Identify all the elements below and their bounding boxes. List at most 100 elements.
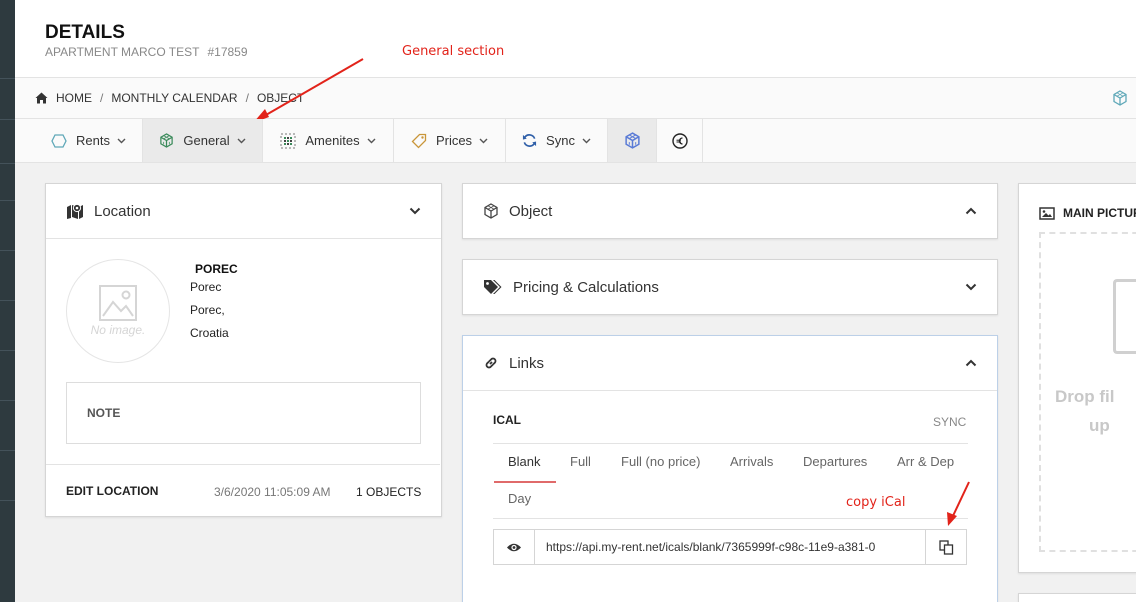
- card-divider: [463, 390, 997, 391]
- location-title: Location: [94, 202, 151, 220]
- location-card: Location No image. POREC Porec Porec, Cr…: [45, 183, 442, 517]
- chevron-up-icon[interactable]: [965, 207, 977, 215]
- tab-rents[interactable]: Rents: [35, 119, 143, 162]
- location-card-header[interactable]: Location: [46, 184, 441, 238]
- main-picture-title: MAIN PICTUR: [1063, 206, 1136, 220]
- breadcrumb: HOME / MONTHLY CALENDAR / OBJECT: [15, 78, 1136, 119]
- tags-icon: [483, 279, 503, 295]
- tabs-divider: [493, 518, 968, 519]
- page-subtitle: APARTMENT MARCO TEST #17859: [45, 45, 248, 59]
- links-card: Links ICAL SYNC Blank Full Full (no pric…: [462, 335, 998, 602]
- chevron-down-icon: [479, 138, 488, 144]
- image-icon: [1039, 206, 1055, 220]
- object-name: APARTMENT MARCO TEST: [45, 45, 200, 59]
- cube-icon[interactable]: [1112, 90, 1128, 109]
- tab-label: Amenites: [305, 133, 360, 148]
- object-card: Object: [462, 183, 998, 239]
- tab-euro[interactable]: [657, 119, 703, 162]
- location-country: Croatia: [190, 326, 229, 340]
- location-footer: EDIT LOCATION 3/6/2020 11:05:09 AM 1 OBJ…: [46, 464, 440, 516]
- home-icon[interactable]: [35, 92, 48, 104]
- ical-tab-arr-dep[interactable]: Arr & Dep: [897, 454, 954, 469]
- location-city: Porec: [190, 280, 222, 294]
- ical-label: ICAL: [493, 413, 521, 427]
- chevron-down-icon[interactable]: [409, 207, 421, 215]
- links-card-header[interactable]: Links: [463, 336, 997, 390]
- next-card: [1018, 593, 1136, 602]
- note-box[interactable]: NOTE: [66, 382, 421, 444]
- chevron-up-icon[interactable]: [965, 359, 977, 367]
- sync-icon: [522, 133, 537, 148]
- euro-icon: [671, 132, 688, 149]
- pricing-card-header[interactable]: Pricing & Calculations: [463, 260, 997, 314]
- tag-icon: [411, 133, 427, 149]
- tab-label: Sync: [546, 133, 575, 148]
- ical-tab-full[interactable]: Full: [570, 454, 591, 469]
- ical-url-field[interactable]: https://api.my-rent.net/icals/blank/7365…: [535, 530, 925, 564]
- tab-general[interactable]: General: [143, 119, 263, 162]
- tab-cube[interactable]: [608, 119, 657, 162]
- chevron-down-icon: [367, 138, 376, 144]
- grid-dots-icon: [280, 133, 296, 149]
- sync-link[interactable]: SYNC: [933, 415, 966, 429]
- eye-icon[interactable]: [494, 530, 535, 564]
- sidebar-divider: [0, 78, 15, 79]
- annotation-copy-ical: copy iCal: [846, 495, 906, 510]
- breadcrumb-home[interactable]: HOME: [56, 91, 92, 105]
- copy-icon[interactable]: [925, 530, 966, 564]
- sidebar-divider: [0, 119, 15, 120]
- sidebar-divider: [0, 163, 15, 164]
- pricing-card: Pricing & Calculations: [462, 259, 998, 315]
- last-updated: 3/6/2020 11:05:09 AM: [214, 485, 331, 499]
- map-marker-icon: [66, 203, 84, 219]
- object-title: Object: [509, 202, 553, 220]
- sidebar-divider: [0, 450, 15, 451]
- location-region: Porec,: [190, 303, 225, 317]
- annotation-general-section: General section: [402, 44, 505, 59]
- main-picture-card: MAIN PICTUR Drop fil up: [1018, 183, 1136, 573]
- edit-location-button[interactable]: EDIT LOCATION: [66, 484, 158, 498]
- ical-url-group: https://api.my-rent.net/icals/blank/7365…: [493, 529, 967, 565]
- dropzone-text-line: up: [1089, 416, 1110, 435]
- pricing-title: Pricing & Calculations: [513, 278, 659, 296]
- objects-count: 1 OBJECTS: [356, 485, 422, 499]
- tabs-divider: [493, 443, 968, 444]
- ical-tab-full-no-price[interactable]: Full (no price): [621, 454, 700, 469]
- link-icon: [483, 355, 499, 371]
- object-id: #17859: [207, 45, 248, 59]
- ical-tab-arrivals[interactable]: Arrivals: [730, 454, 773, 469]
- dropzone-text: Drop fil up: [1055, 382, 1115, 440]
- ical-tab-departures[interactable]: Departures: [803, 454, 867, 469]
- image-icon: [99, 285, 137, 321]
- chevron-down-icon[interactable]: [965, 283, 977, 291]
- chevron-down-icon: [117, 138, 126, 144]
- chevron-down-icon: [582, 138, 591, 144]
- card-divider: [46, 238, 441, 239]
- annotation-arrow-icon: [947, 481, 970, 526]
- left-sidebar: [0, 0, 15, 602]
- tab-amenites[interactable]: Amenites: [263, 119, 394, 162]
- active-tab-indicator: [494, 481, 556, 483]
- no-image-placeholder: No image.: [66, 259, 170, 363]
- object-card-header[interactable]: Object: [463, 184, 997, 238]
- page-header: DETAILS APARTMENT MARCO TEST #17859: [15, 0, 1136, 78]
- cube-icon: [159, 133, 174, 148]
- breadcrumb-separator: /: [100, 91, 104, 105]
- ical-tab-day[interactable]: Day: [508, 491, 531, 506]
- links-title: Links: [509, 354, 545, 372]
- cube-icon: [483, 203, 499, 219]
- tab-prices[interactable]: Prices: [394, 119, 506, 162]
- chevron-down-icon: [237, 138, 246, 144]
- sidebar-divider: [0, 500, 15, 501]
- page-title: DETAILS: [45, 22, 125, 43]
- sidebar-divider: [0, 350, 15, 351]
- location-name: POREC: [195, 262, 238, 276]
- sidebar-divider: [0, 400, 15, 401]
- sidebar-divider: [0, 250, 15, 251]
- tab-label: Rents: [76, 133, 110, 148]
- ical-tab-blank[interactable]: Blank: [508, 454, 541, 469]
- tab-sync[interactable]: Sync: [506, 119, 608, 162]
- breadcrumb-monthly-calendar[interactable]: MONTHLY CALENDAR: [111, 91, 237, 105]
- tab-label: General: [183, 133, 230, 148]
- sidebar-divider: [0, 200, 15, 201]
